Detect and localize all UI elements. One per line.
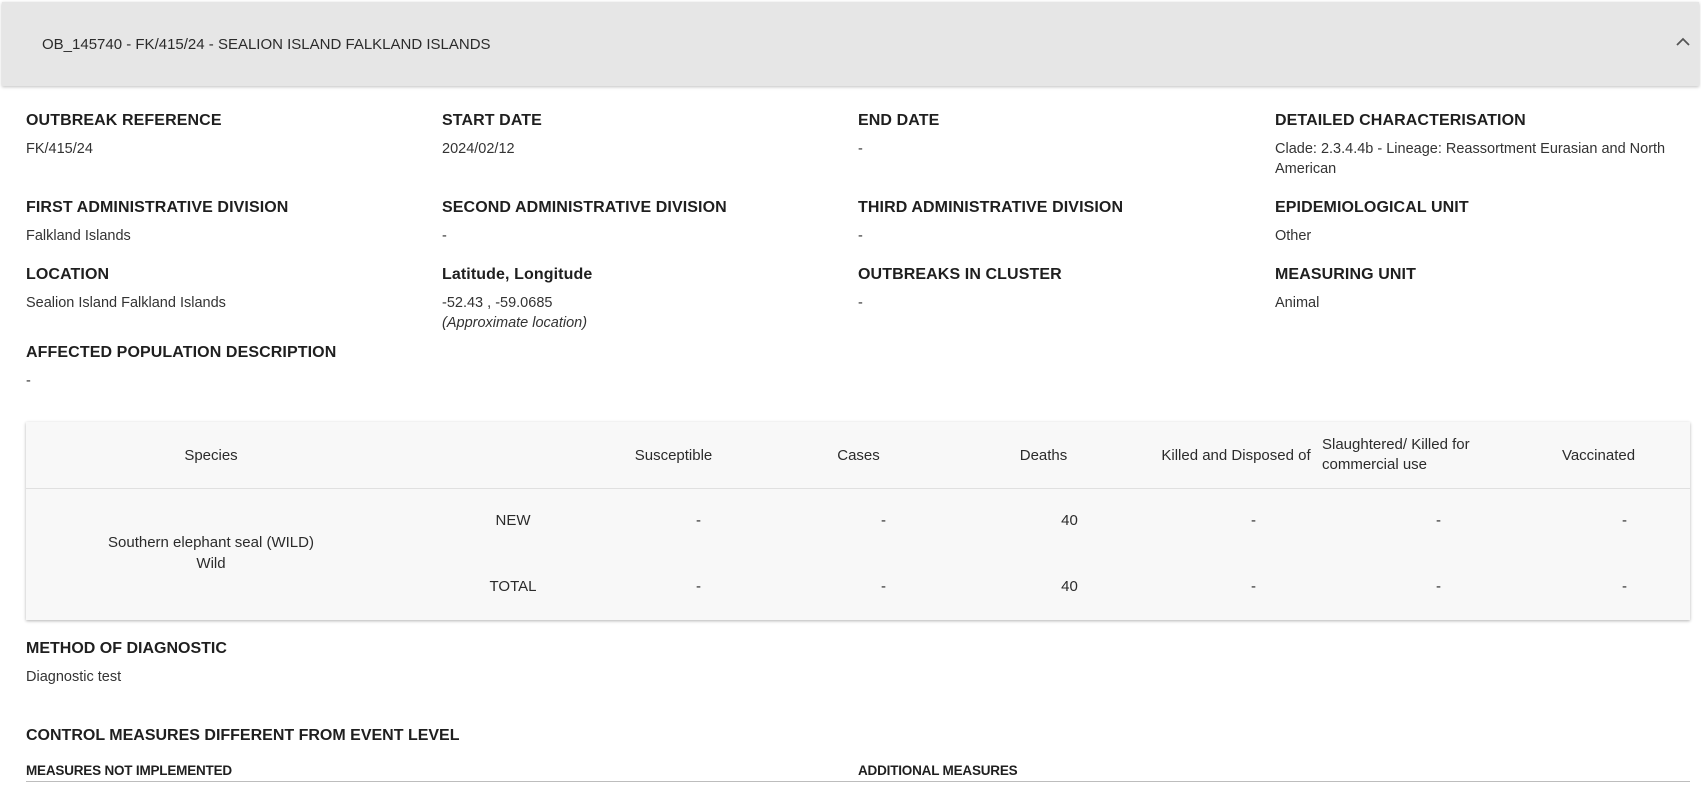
slaughtered-total-cell: - (1436, 578, 1441, 595)
vaccinated-total-cell: - (1622, 578, 1627, 595)
detailed-characterisation-value: Clade: 2.3.4.4b - Lineage: Reassortment … (1275, 139, 1695, 179)
measures-divider (26, 781, 1690, 782)
deaths-total-cell: 40 (1061, 578, 1078, 595)
second-admin-division-label: SECOND ADMINISTRATIVE DIVISION (442, 199, 727, 216)
lat-long-value: -52.43 , -59.0685 (442, 295, 553, 311)
first-admin-division-label: FIRST ADMINISTRATIVE DIVISION (26, 199, 289, 216)
approximate-location-note: (Approximate location) (442, 315, 588, 331)
measuring-unit-value: Animal (1275, 295, 1320, 311)
slaughtered-new-cell: - (1436, 512, 1441, 529)
measuring-unit-label: MEASURING UNIT (1275, 266, 1416, 283)
third-admin-division-value: - (858, 228, 863, 244)
species-origin: Wild (196, 555, 226, 572)
end-date-label: END DATE (858, 112, 940, 129)
additional-measures-label: ADDITIONAL MEASURES (858, 763, 1018, 778)
species-column-header: Species (184, 446, 238, 464)
affected-population-value: - (26, 373, 31, 389)
first-admin-division-value: Falkland Islands (26, 228, 131, 244)
species-table-header: Species Susceptible Cases Deaths Killed … (26, 422, 1690, 489)
end-date-value: - (858, 141, 863, 157)
row-type-new: NEW (495, 512, 531, 529)
killed-total-cell: - (1251, 578, 1256, 595)
measures-not-implemented-label: MEASURES NOT IMPLEMENTED (26, 763, 232, 778)
susceptible-total-cell: - (696, 578, 701, 595)
chevron-up-icon[interactable] (1673, 32, 1693, 52)
vaccinated-column-header: Vaccinated (1561, 446, 1636, 464)
epidemiological-unit-value: Other (1275, 228, 1312, 244)
deaths-new-cell: 40 (1061, 512, 1078, 529)
outbreak-panel-header[interactable]: OB_145740 - FK/415/24 - SEALION ISLAND F… (2, 2, 1699, 86)
epidemiological-unit-label: EPIDEMIOLOGICAL UNIT (1275, 199, 1469, 216)
detailed-characterisation-line2: American (1275, 161, 1337, 177)
control-measures-label: CONTROL MEASURES DIFFERENT FROM EVENT LE… (26, 727, 460, 744)
detailed-characterisation-label: DETAILED CHARACTERISATION (1275, 112, 1526, 129)
start-date-label: START DATE (442, 112, 542, 129)
outbreaks-in-cluster-label: OUTBREAKS IN CLUSTER (858, 266, 1062, 283)
cases-total-cell: - (881, 578, 886, 595)
outbreaks-in-cluster-value: - (858, 295, 863, 311)
species-name: Southern elephant seal (WILD) (108, 534, 314, 551)
location-value: Sealion Island Falkland Islands (26, 295, 226, 311)
method-of-diagnostic-value: Diagnostic test (26, 669, 122, 685)
method-of-diagnostic-label: METHOD OF DIAGNOSTIC (26, 640, 227, 657)
row-type-total: TOTAL (489, 578, 537, 595)
killed-new-cell: - (1251, 512, 1256, 529)
third-admin-division-label: THIRD ADMINISTRATIVE DIVISION (858, 199, 1124, 216)
outbreak-panel-title: OB_145740 - FK/415/24 - SEALION ISLAND F… (42, 36, 491, 53)
outbreak-reference-value: FK/415/24 (26, 141, 93, 157)
species-name-cell: Southern elephant seal (WILD) Wild (26, 532, 396, 574)
detailed-characterisation-line1: Clade: 2.3.4.4b - Lineage: Reassortment … (1275, 141, 1666, 157)
cases-column-header: Cases (837, 446, 880, 464)
slaughtered-column-header: Slaughtered/ Killed for commercial use (1322, 422, 1507, 488)
vaccinated-new-cell: - (1622, 512, 1627, 529)
slaughtered-header-line2: commercial use (1322, 456, 1428, 473)
cases-new-cell: - (881, 512, 886, 529)
species-table: Species Susceptible Cases Deaths Killed … (26, 422, 1690, 620)
deaths-column-header: Deaths (1019, 446, 1068, 464)
start-date-value: 2024/02/12 (442, 141, 515, 157)
slaughtered-header-line1: Slaughtered/ Killed for (1322, 436, 1470, 453)
location-label: LOCATION (26, 266, 110, 283)
affected-population-label: AFFECTED POPULATION DESCRIPTION (26, 344, 337, 361)
second-admin-division-value: - (442, 228, 447, 244)
outbreak-reference-label: OUTBREAK REFERENCE (26, 112, 222, 129)
lat-long-label: Latitude, Longitude (442, 266, 593, 283)
susceptible-new-cell: - (696, 512, 701, 529)
killed-disposed-column-header: Killed and Disposed of (1161, 446, 1311, 464)
susceptible-column-header: Susceptible (634, 446, 713, 464)
